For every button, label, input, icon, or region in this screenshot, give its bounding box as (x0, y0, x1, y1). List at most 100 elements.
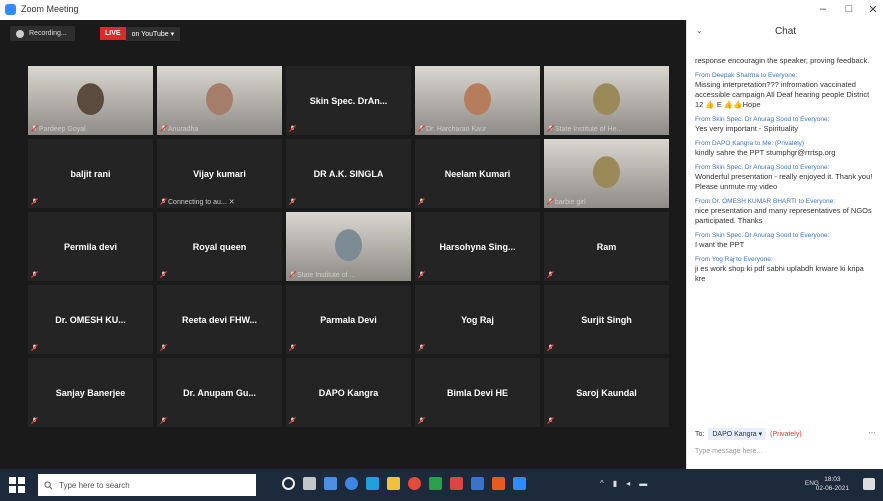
app-icon[interactable] (492, 477, 505, 490)
chat-message-sender[interactable]: From DAPO Kangra to Me: (Privately) (695, 140, 875, 147)
clock-time: 18:03 (824, 476, 841, 483)
chat-message: From Deepak Sharma to Everyone: Missing i… (695, 72, 875, 110)
recording-label: Recording... (29, 30, 67, 37)
participant-label: Pardeep Goyal (39, 126, 86, 133)
maximize-button[interactable]: □ (842, 3, 856, 15)
muted-mic-icon (31, 344, 38, 351)
clock[interactable]: 18:03 02-06-2021 (816, 475, 849, 493)
participant-tile[interactable]: Surjit Singh (544, 285, 669, 354)
participant-grid: Pardeep Goyal Anuradha Skin Spec. DrAn... D… (28, 66, 669, 427)
app-icon[interactable] (324, 477, 337, 490)
search-placeholder: Type here to search (59, 480, 130, 490)
muted-mic-icon (547, 198, 554, 205)
chat-message-text: kindly sahre the PPT stumphgr@rrrtsp.org (695, 148, 836, 157)
more-options-icon[interactable]: ··· (868, 428, 876, 437)
window-title: Zoom Meeting (21, 4, 79, 14)
muted-mic-icon (31, 198, 38, 205)
muted-mic-icon (31, 271, 38, 278)
chrome-icon[interactable] (408, 477, 421, 490)
chat-message: From Dr. OMESH KUMAR BHARTI to Everyone:… (695, 198, 875, 226)
participant-tile[interactable]: DAPO Kangra (286, 358, 411, 427)
participant-tile[interactable]: Ram (544, 212, 669, 281)
chat-message-text: Missing interpretation??? infromation va… (695, 80, 870, 109)
participant-video (544, 66, 669, 135)
participant-name: Sanjay Banerjee (55, 387, 126, 398)
chat-message-text: nice presentation and many representativ… (695, 206, 872, 225)
minimize-button[interactable]: – (816, 3, 830, 15)
cortana-icon[interactable] (282, 477, 295, 490)
chat-message-text: Yes very important - Spirituality (695, 124, 799, 133)
chat-message-sender[interactable]: From Yog Raj to Everyone: (695, 256, 875, 263)
participant-name: Ram (596, 241, 617, 252)
participant-tile[interactable]: Sanjay Banerjee (28, 358, 153, 427)
participant-tile[interactable]: Bimla Devi HE (415, 358, 540, 427)
muted-mic-icon (160, 271, 167, 278)
participant-tile[interactable]: Vijay kumari Connecting to au... ✕ (157, 139, 282, 208)
edge-icon[interactable] (366, 477, 379, 490)
chat-message-sender[interactable]: From Skin Spec. Dr Anurag Sood to Everyo… (695, 116, 875, 123)
participant-tile[interactable]: Pardeep Goyal (28, 66, 153, 135)
to-label: To: (695, 430, 705, 438)
participant-tile[interactable]: Parmala Devi (286, 285, 411, 354)
taskbar-search[interactable]: Type here to search (38, 474, 256, 496)
participant-tile[interactable]: Dr. OMESH KU... (28, 285, 153, 354)
participant-name: Reeta devi FHW... (181, 314, 258, 325)
muted-mic-icon (547, 417, 554, 424)
participant-label: barbie girl (555, 199, 586, 206)
chat-message-sender[interactable]: From Deepak Sharma to Everyone: (695, 72, 875, 79)
participant-tile[interactable]: Yog Raj (415, 285, 540, 354)
participant-tile[interactable]: Reeta devi FHW... (157, 285, 282, 354)
participant-video (415, 66, 540, 135)
muted-mic-icon (289, 344, 296, 351)
chevron-up-icon[interactable]: ^ (600, 479, 604, 488)
participant-tile[interactable]: Neelam Kumari (415, 139, 540, 208)
participant-tile[interactable]: State Institute of He... (544, 66, 669, 135)
chat-message-sender[interactable]: From Skin Spec. Dr Anurag Sood to Everyo… (695, 232, 875, 239)
volume-icon[interactable]: ◂ (626, 479, 630, 488)
chat-message-sender[interactable]: From Skin Spec. Dr Anurag Sood to Everyo… (695, 164, 875, 171)
participant-name: Permila devi (63, 241, 118, 252)
muted-mic-icon (547, 344, 554, 351)
chat-input[interactable]: Type message here... (695, 448, 762, 455)
participant-tile[interactable]: State Institute of ... (286, 212, 411, 281)
participant-video (28, 66, 153, 135)
participant-tile[interactable]: Dr. Anupam Gu... (157, 358, 282, 427)
recipient-select[interactable]: DAPO Kangra ▾ (708, 428, 767, 440)
participant-tile[interactable]: Royal queen (157, 212, 282, 281)
participant-tile[interactable]: Skin Spec. DrAn... (286, 66, 411, 135)
app-icon[interactable] (450, 477, 463, 490)
live-stream-indicator[interactable]: LIVE on YouTube ▾ (100, 26, 181, 41)
notification-icon[interactable] (863, 478, 875, 490)
battery-icon[interactable]: ▬ (639, 479, 647, 488)
task-view-icon[interactable] (303, 477, 316, 490)
app-icon[interactable] (471, 477, 484, 490)
recording-indicator[interactable]: Recording... (10, 26, 75, 41)
record-icon (16, 29, 24, 38)
chat-recipient-row: To: DAPO Kangra ▾ (Privately) (695, 428, 802, 440)
participant-tile[interactable]: Saroj Kaundal (544, 358, 669, 427)
chat-message: From Skin Spec. Dr Anurag Sood to Everyo… (695, 164, 875, 192)
participant-tile[interactable]: barbie girl (544, 139, 669, 208)
network-icon[interactable]: ▮ (613, 479, 617, 488)
participant-tile[interactable]: baljit rani (28, 139, 153, 208)
title-bar: Zoom Meeting – □ ✕ (0, 0, 883, 20)
stream-target[interactable]: on YouTube ▾ (125, 26, 181, 41)
taskbar: Type here to search ^ ▮ ◂ ▬ ENG 18:03 02… (0, 469, 883, 501)
participant-tile[interactable]: Permila devi (28, 212, 153, 281)
app-icon[interactable] (429, 477, 442, 490)
participant-tile[interactable]: DR A.K. SINGLA (286, 139, 411, 208)
zoom-icon[interactable] (513, 477, 526, 490)
windows-start-icon[interactable] (9, 477, 25, 493)
chat-panel: ⌄ Chat response encouragin the speaker, … (686, 20, 883, 469)
app-icon[interactable] (345, 477, 358, 490)
participant-tile[interactable]: Anuradha (157, 66, 282, 135)
participant-tile[interactable]: Harsohyna Sing... (415, 212, 540, 281)
participant-tile[interactable]: Dr. Harcharan Kaur (415, 66, 540, 135)
chat-message-sender[interactable]: From Dr. OMESH KUMAR BHARTI to Everyone: (695, 198, 875, 205)
participant-name: Dr. Anupam Gu... (183, 387, 256, 398)
muted-mic-icon (289, 125, 296, 132)
participant-label: State Institute of He... (555, 126, 623, 133)
close-button[interactable]: ✕ (866, 3, 880, 16)
chat-message-text: Wonderful presentation - really enjoyed … (695, 172, 873, 191)
file-explorer-icon[interactable] (387, 477, 400, 490)
